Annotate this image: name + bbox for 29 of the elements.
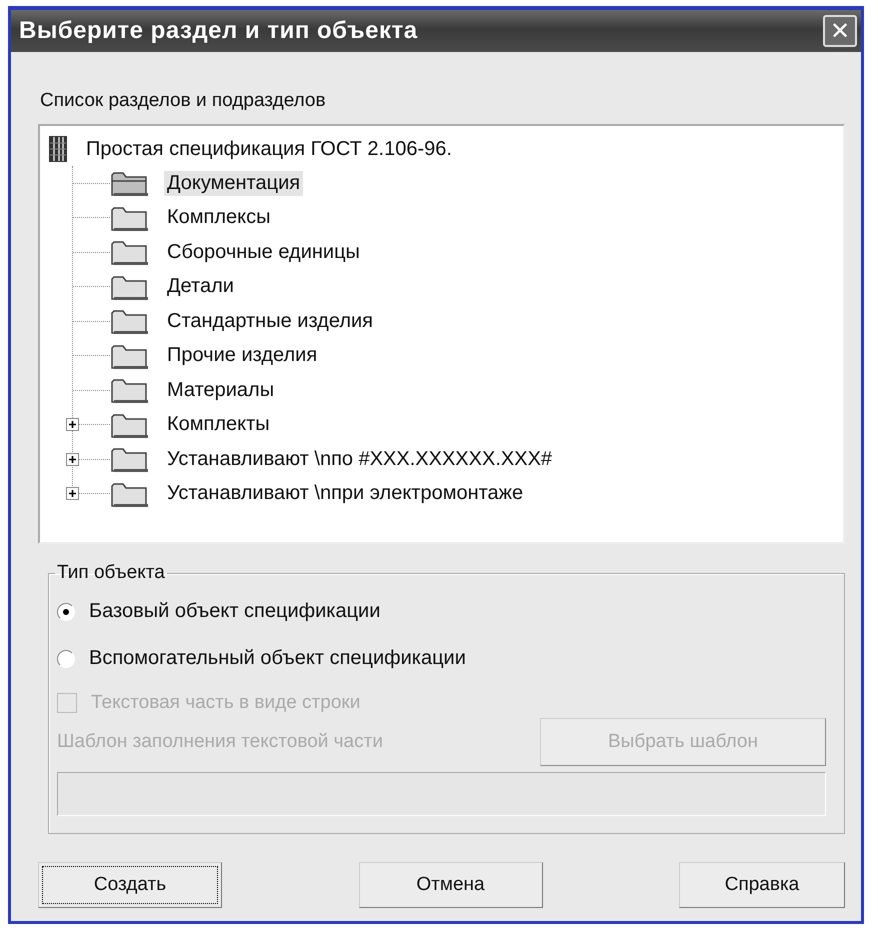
group-title: Тип объекта bbox=[56, 562, 166, 584]
expand-icon[interactable] bbox=[66, 487, 79, 500]
document-icon bbox=[48, 135, 68, 163]
tree-item[interactable]: Стандартные изделия bbox=[164, 308, 376, 334]
tree-label: Список разделов и подразделов bbox=[39, 89, 326, 113]
tree-item[interactable]: Документация bbox=[164, 170, 304, 196]
tree-item[interactable]: Сборочные единицы bbox=[164, 240, 363, 265]
tree-item[interactable]: Устанавливают \nпри электромонтаже bbox=[164, 481, 526, 506]
tree-item[interactable]: Комплекты bbox=[164, 412, 273, 438]
close-button[interactable]: ✕ bbox=[823, 15, 857, 47]
window-title: Выберите раздел и тип объекта bbox=[19, 17, 418, 45]
radio-button[interactable] bbox=[57, 602, 75, 620]
help-button[interactable]: Справка bbox=[679, 862, 845, 908]
field-label: Шаблон заполнения текстовой части bbox=[57, 731, 383, 753]
radio-button[interactable] bbox=[57, 650, 75, 668]
tree-item[interactable]: Простая спецификация ГОСТ 2.106-96. bbox=[86, 138, 452, 160]
tree-view[interactable] bbox=[38, 124, 845, 544]
cancel-button[interactable]: Отмена bbox=[358, 862, 542, 908]
tree-item[interactable]: Комплексы bbox=[164, 205, 274, 230]
radio-label: Вспомогательный объект спецификации bbox=[89, 647, 466, 670]
tree-item[interactable]: Устанавливают \nпо #XXX.XXXXXX.XXX# bbox=[164, 446, 556, 472]
tree-item[interactable]: Прочие изделия bbox=[164, 343, 320, 368]
tree-item[interactable]: Материалы bbox=[164, 378, 278, 403]
radio-label: Базовый объект спецификации bbox=[89, 600, 380, 623]
expand-icon[interactable] bbox=[66, 418, 79, 432]
checkbox-label: Текстовая часть в виде строки bbox=[91, 692, 360, 714]
create-button[interactable]: Создать bbox=[38, 862, 222, 908]
expand-icon[interactable] bbox=[66, 452, 79, 466]
tree-item[interactable]: Детали bbox=[164, 274, 237, 300]
